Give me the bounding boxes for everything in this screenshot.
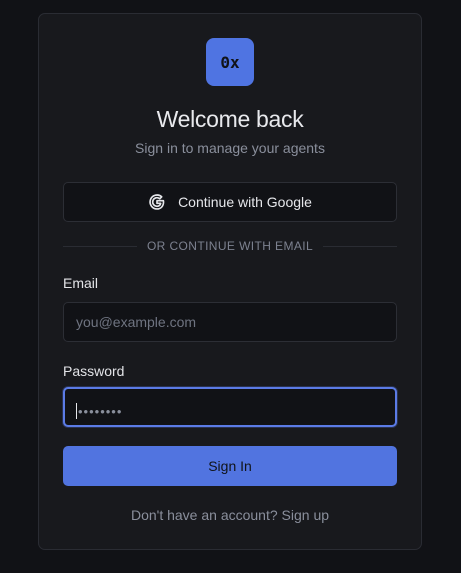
- email-label: Email: [63, 275, 99, 291]
- signup-prompt-text: Don't have an account?: [130, 507, 278, 523]
- email-field[interactable]: [63, 302, 397, 342]
- password-label: Password: [63, 363, 125, 379]
- app-logo-text: 0x: [220, 52, 240, 72]
- divider-line-right: [323, 245, 398, 247]
- divider-line-left: [63, 245, 137, 247]
- continue-with-google-button[interactable]: Continue with Google: [63, 182, 397, 222]
- page-title: Welcome back: [156, 106, 304, 132]
- password-field[interactable]: [63, 387, 397, 427]
- signup-prompt: Don't have an account? Sign up: [39, 507, 421, 523]
- login-card: 0x Welcome back Sign in to manage your a…: [38, 13, 422, 550]
- page-subtitle: Sign in to manage your agents: [135, 140, 325, 156]
- sign-in-button[interactable]: Sign In: [63, 446, 397, 486]
- sign-in-label: Sign In: [208, 458, 252, 474]
- email-divider: OR CONTINUE WITH EMAIL: [63, 238, 398, 254]
- google-icon: [148, 193, 166, 211]
- divider-label: OR CONTINUE WITH EMAIL: [146, 239, 314, 253]
- app-logo: 0x: [206, 38, 254, 86]
- continue-with-google-label: Continue with Google: [178, 194, 312, 210]
- sign-up-link[interactable]: Sign up: [282, 507, 329, 523]
